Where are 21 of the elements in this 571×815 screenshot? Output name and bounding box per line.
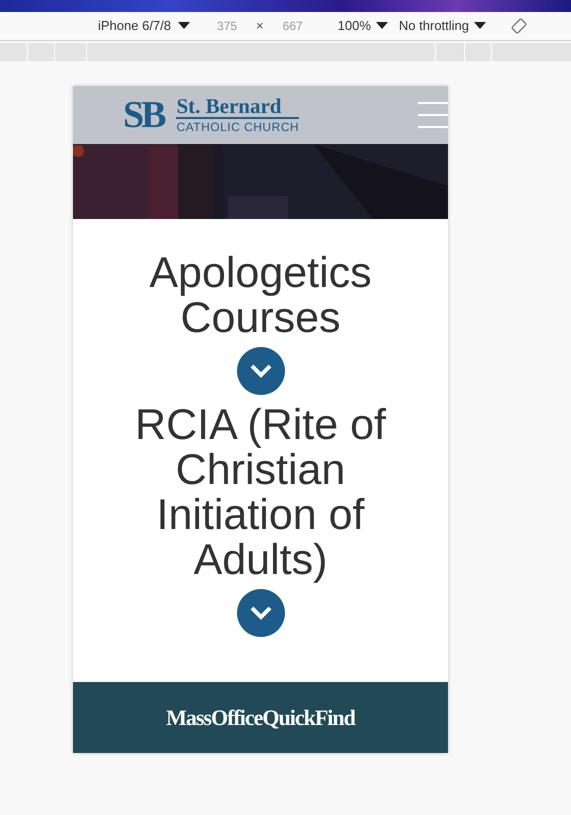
footer-link[interactable]: Office <box>210 701 262 734</box>
chevron-icon <box>248 363 272 379</box>
caret-icon <box>374 21 389 31</box>
logo-subtitle: CATHOLIC CHURCH <box>176 119 300 135</box>
caret-icon <box>473 21 488 31</box>
caret-icon <box>177 21 192 31</box>
logo-monogram: SB <box>123 96 165 134</box>
expand-button[interactable] <box>236 347 284 395</box>
footer-link[interactable]: Mass <box>166 701 211 734</box>
expand-button[interactable] <box>236 589 284 637</box>
device-select[interactable]: iPhone 6/7/8 <box>98 16 192 36</box>
footer-link[interactable]: Quick <box>262 701 315 734</box>
rotate-icon[interactable] <box>511 18 528 34</box>
throttling-select[interactable]: No throttling <box>398 16 488 36</box>
section-title: RCIA (Rite of Christian Initiation of Adults) <box>134 403 387 583</box>
section-title: Apologetics Courses <box>148 251 373 341</box>
zoom-select[interactable]: 100% <box>338 16 389 36</box>
footer-link[interactable]: Find <box>314 701 355 734</box>
chevron-icon <box>248 605 272 621</box>
times-sign: × <box>256 17 264 36</box>
logo-name: St. Bernard <box>176 95 300 119</box>
